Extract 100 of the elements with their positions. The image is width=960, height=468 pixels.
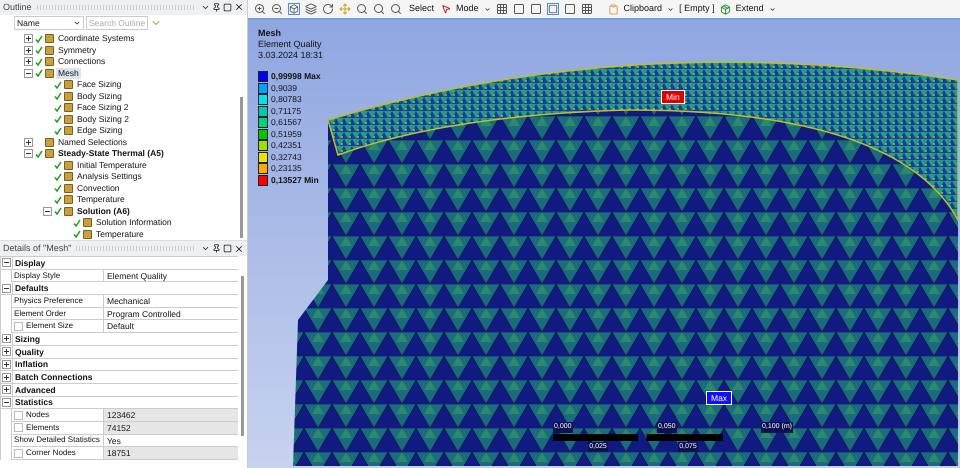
- expand-toggle[interactable]: [2, 372, 11, 382]
- tree-item[interactable]: Edge Sizing: [75, 125, 124, 136]
- group-header[interactable]: Advanced: [12, 384, 238, 396]
- pin-icon[interactable]: [212, 2, 221, 12]
- close-icon[interactable]: [234, 244, 244, 254]
- grid-icon[interactable]: [580, 3, 593, 15]
- collapse-toggle[interactable]: [24, 149, 33, 158]
- expand-toggle[interactable]: [24, 46, 33, 55]
- tree-item[interactable]: Coordinate Systems: [56, 33, 137, 44]
- layers-icon[interactable]: [305, 3, 317, 15]
- group-header[interactable]: Inflation: [12, 358, 238, 370]
- legend-label: 0,51959: [271, 128, 302, 140]
- section-icon[interactable]: [564, 3, 576, 15]
- clipboard-icon[interactable]: [608, 4, 619, 14]
- pin-icon[interactable]: [212, 244, 221, 253]
- property-value[interactable]: 123462: [104, 409, 238, 421]
- legend-label: 0,32743: [271, 152, 302, 163]
- zoom-in-icon[interactable]: [254, 3, 266, 15]
- checkbox[interactable]: [14, 322, 23, 331]
- zoom-box-icon[interactable]: [390, 3, 402, 15]
- face-select-icon[interactable]: [512, 3, 525, 15]
- tree-item[interactable]: Convection: [75, 182, 122, 194]
- property-value[interactable]: 18751: [104, 447, 238, 459]
- caret-icon[interactable]: [768, 6, 776, 12]
- tree-item[interactable]: Symmetry: [56, 44, 98, 56]
- expand-toggle[interactable]: [2, 347, 11, 356]
- collapse-toggle[interactable]: [2, 258, 11, 268]
- tree-item[interactable]: Solution (A6): [75, 206, 132, 217]
- empty-button[interactable]: [ Empty ]: [679, 2, 715, 16]
- property-label: Element Order: [14, 308, 66, 320]
- expand-toggle[interactable]: [24, 57, 33, 66]
- body-select-icon[interactable]: [546, 3, 559, 15]
- rotate-icon[interactable]: [322, 3, 334, 15]
- collapse-toggle[interactable]: [24, 68, 33, 78]
- tree-item[interactable]: Body Sizing 2: [75, 114, 131, 125]
- grid-icon[interactable]: [496, 3, 508, 15]
- group-header[interactable]: Statistics: [12, 396, 238, 408]
- expand-toggle[interactable]: [24, 138, 33, 147]
- checkbox[interactable]: [14, 423, 23, 432]
- close-icon[interactable]: [234, 2, 244, 12]
- extend-button[interactable]: Extend: [736, 2, 764, 16]
- group-header[interactable]: Sizing: [12, 332, 238, 345]
- tree-item[interactable]: Steady-State Thermal (A5): [56, 148, 166, 160]
- tree-item[interactable]: Analysis Settings: [75, 171, 144, 182]
- search-field[interactable]: Search Outline: [86, 16, 148, 30]
- zoom-fit-icon[interactable]: [373, 3, 385, 15]
- legend-label: 0,71175: [271, 106, 302, 117]
- property-value[interactable]: 74152: [104, 422, 238, 434]
- tree-node-icon: [64, 103, 73, 112]
- cube-icon[interactable]: [288, 3, 300, 15]
- group-header[interactable]: Defaults: [12, 282, 238, 294]
- maximize-icon[interactable]: [223, 244, 232, 253]
- tree-item[interactable]: Temperature: [75, 194, 127, 206]
- edge-select-icon[interactable]: [530, 3, 542, 15]
- checkbox[interactable]: [14, 410, 23, 420]
- collapse-toggle[interactable]: [43, 206, 52, 216]
- mode-button[interactable]: Mode: [456, 2, 479, 16]
- collapse-toggle[interactable]: [2, 398, 11, 407]
- panel-title: Outline: [3, 0, 32, 14]
- scrollbar[interactable]: [240, 97, 243, 238]
- legend-label: 0,13527 Min: [271, 174, 319, 186]
- clipboard-button[interactable]: Clipboard: [624, 2, 662, 16]
- tree-node-icon: [64, 160, 73, 170]
- group-header[interactable]: Display: [12, 256, 238, 269]
- tree-item[interactable]: Solution Information: [94, 217, 174, 228]
- expand-toggle[interactable]: [2, 385, 11, 394]
- group-header[interactable]: Batch Connections: [12, 371, 238, 384]
- panel-title: Details of "Mesh": [3, 242, 72, 255]
- tree-item[interactable]: Face Sizing: [75, 79, 124, 90]
- checkbox[interactable]: [14, 448, 23, 458]
- tree-node-icon: [64, 126, 73, 136]
- tree-node-icon: [64, 114, 73, 124]
- dropdown-icon[interactable]: [201, 244, 210, 253]
- expand-toggle[interactable]: [2, 360, 11, 369]
- tree-item[interactable]: Named Selections: [56, 136, 129, 148]
- property-label: Physics Preference: [14, 294, 83, 307]
- tree-item[interactable]: Face Sizing 2: [75, 102, 130, 114]
- property-label: Corner Nodes: [26, 447, 76, 460]
- caret-icon[interactable]: [484, 6, 491, 12]
- collapse-toggle[interactable]: [2, 284, 11, 293]
- tree-item[interactable]: Initial Temperature: [75, 160, 149, 171]
- zoom-out-icon[interactable]: [271, 3, 283, 15]
- maximize-icon[interactable]: [223, 2, 232, 12]
- package-icon[interactable]: [720, 4, 731, 14]
- select-button[interactable]: Select: [407, 2, 436, 16]
- pointer-icon[interactable]: [441, 4, 452, 14]
- expand-toggle[interactable]: [24, 34, 33, 44]
- expand-toggle[interactable]: [2, 334, 11, 344]
- tree-item[interactable]: Mesh: [56, 68, 81, 79]
- tree-item[interactable]: Temperature: [94, 228, 146, 240]
- zoom-icon[interactable]: [356, 3, 368, 15]
- tree-item[interactable]: Body Sizing: [75, 90, 124, 102]
- tree-node-icon: [64, 184, 73, 193]
- tree-node-icon: [64, 80, 73, 90]
- max-marker: Max: [706, 391, 732, 405]
- scrollbar[interactable]: [241, 276, 244, 436]
- property-label: Display Style: [14, 270, 60, 282]
- group-header[interactable]: Quality: [12, 346, 238, 358]
- caret-icon[interactable]: [667, 6, 674, 12]
- tree-item[interactable]: Connections: [56, 56, 108, 68]
